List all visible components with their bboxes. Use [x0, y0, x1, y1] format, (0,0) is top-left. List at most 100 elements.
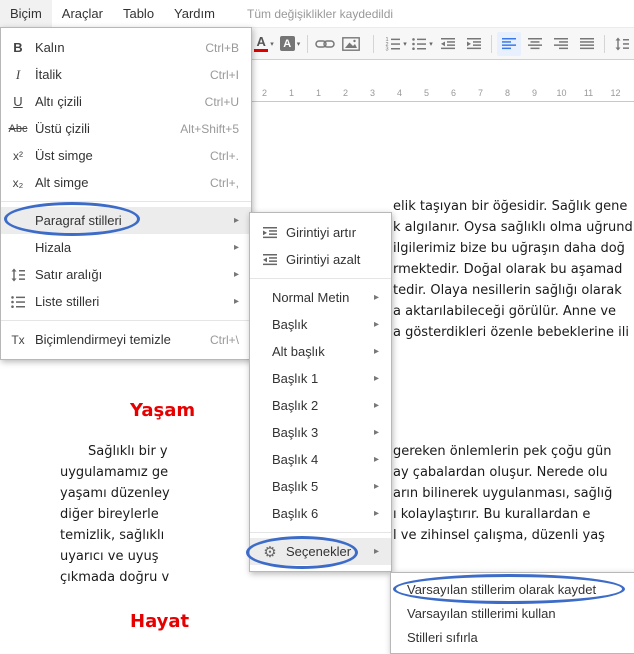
menu-item-normal-metin[interactable]: Normal Metin ▸ — [250, 284, 391, 311]
link-icon — [315, 37, 335, 51]
menu-item-varsayilan-stillerim-olarak-kaydet[interactable]: Varsayılan stillerim olarak kaydet — [391, 577, 634, 601]
indent-decrease-button[interactable] — [436, 32, 460, 56]
toolbar-separator — [373, 34, 374, 53]
indent-increase-button[interactable] — [462, 32, 486, 56]
caret-down-icon: ▾ — [429, 40, 433, 48]
text-line: uyarıcı ve uyuş — [60, 549, 159, 564]
bulleted-list-icon — [411, 36, 427, 52]
menu-item-liste-stilleri[interactable]: Liste stilleri ▸ — [1, 288, 251, 315]
ruler-number: 8 — [504, 88, 510, 98]
menu-item-varsayilan-stillerimi-kullan[interactable]: Varsayılan stillerimi kullan — [391, 601, 634, 625]
menu-item-girintiyi-azalt[interactable]: Girintiyi azalt — [250, 246, 391, 273]
highlight-color-button[interactable]: A ▾ — [278, 32, 302, 56]
menu-item-baslik-5[interactable]: Başlık 5 ▸ — [250, 473, 391, 500]
menu-yardim[interactable]: Yardım — [164, 0, 225, 27]
submenu-arrow-icon: ▸ — [233, 215, 239, 226]
save-status-text: Tüm değişiklikler kaydedildi — [246, 6, 394, 21]
gear-icon: ⚙ — [263, 543, 277, 561]
menu-item-ustu-cizili[interactable]: Abc Üstü çizili Alt+Shift+5 — [1, 115, 251, 142]
menu-item-label: Girintiyi azalt — [286, 252, 361, 267]
text-color-button[interactable]: A ▾ — [252, 32, 276, 56]
ruler-number: 3 — [369, 88, 375, 98]
options-menu: Varsayılan stillerim olarak kaydet Varsa… — [390, 572, 634, 654]
menu-item-girintiyi-artir[interactable]: Girintiyi artır — [250, 219, 391, 246]
menu-item-label: Liste stilleri — [35, 294, 100, 309]
menu-item-italik[interactable]: I İtalik Ctrl+I — [1, 61, 251, 88]
align-justify-button[interactable] — [575, 32, 599, 56]
text-color-swatch — [254, 49, 269, 52]
line-spacing-icon — [614, 36, 630, 52]
text-line: ay çabalardan oluşur. Nerede olu — [393, 465, 608, 480]
insert-image-button[interactable] — [339, 32, 363, 56]
line-spacing-button[interactable] — [610, 32, 634, 56]
menu-item-label: Normal Metin — [272, 290, 350, 305]
menubar: Biçim Araçlar Tablo Yardım Tüm değişikli… — [0, 0, 634, 27]
align-left-icon — [501, 36, 517, 52]
menu-item-baslik-6[interactable]: Başlık 6 ▸ — [250, 500, 391, 527]
menu-separator — [1, 201, 251, 202]
menu-item-alt-baslik[interactable]: Alt başlık ▸ — [250, 338, 391, 365]
submenu-arrow-icon: ▸ — [373, 454, 379, 465]
menu-separator — [250, 278, 391, 279]
menu-item-label: Alt simge — [35, 175, 89, 190]
submenu-arrow-icon: ▸ — [373, 427, 379, 438]
text-line: a gösterdikleri özenle bebeklerine ili — [393, 325, 629, 340]
submenu-arrow-icon: ▸ — [233, 296, 239, 307]
menu-item-label: Üstü çizili — [35, 121, 90, 136]
submenu-arrow-icon: ▸ — [373, 373, 379, 384]
document-heading-yasam: Yaşam — [130, 400, 196, 421]
ruler-number: 10 — [556, 88, 567, 98]
menu-item-baslik-3[interactable]: Başlık 3 ▸ — [250, 419, 391, 446]
menu-item-alti-cizili[interactable]: U Altı çizili Ctrl+U — [1, 88, 251, 115]
line-spacing-icon — [1, 267, 35, 283]
indent-decrease-icon — [258, 252, 282, 268]
menu-item-label: Altı çizili — [35, 94, 82, 109]
indent-increase-icon — [258, 225, 282, 241]
menu-item-secenekler[interactable]: ⚙ Seçenekler ▸ — [250, 538, 391, 565]
ruler-number: 2 — [261, 88, 267, 98]
toolbar-separator — [307, 34, 308, 53]
menu-item-stilleri-sifirla[interactable]: Stilleri sıfırla — [391, 625, 634, 649]
menu-item-paragraf-stilleri[interactable]: Paragraf stilleri ▸ — [1, 207, 251, 234]
text-line: rmektedir. Doğal olarak bu aşamad — [393, 262, 623, 277]
menu-item-label: Başlık 1 — [272, 371, 319, 386]
strikethrough-icon: Abc — [8, 122, 28, 135]
menu-item-label: Üst simge — [35, 148, 93, 163]
ruler-number: 6 — [450, 88, 456, 98]
menu-item-ust-simge[interactable]: x² Üst simge Ctrl+. — [1, 142, 251, 169]
menu-item-label: Satır aralığı — [35, 267, 103, 282]
menu-tablo[interactable]: Tablo — [113, 0, 164, 27]
align-center-button[interactable] — [523, 32, 547, 56]
menu-item-baslik[interactable]: Başlık ▸ — [250, 311, 391, 338]
submenu-arrow-icon: ▸ — [233, 242, 239, 253]
menu-item-label: Başlık 2 — [272, 398, 319, 413]
align-right-button[interactable] — [549, 32, 573, 56]
indent-decrease-icon — [440, 36, 456, 52]
text-line: temizlik, sağlıklı — [60, 528, 165, 543]
highlight-color-icon: A — [279, 36, 295, 51]
document-paragraph-left: Sağlıklı bir y uygulamamız ge yaşamı düz… — [60, 441, 250, 588]
menu-araclar[interactable]: Araçlar — [52, 0, 113, 27]
ruler-number: 4 — [396, 88, 402, 98]
text-line: ı kolaylaştırır. Bu kurallardan e — [393, 507, 591, 522]
ruler-number: 2 — [342, 88, 348, 98]
menu-item-baslik-4[interactable]: Başlık 4 ▸ — [250, 446, 391, 473]
menu-item-kalin[interactable]: B Kalın Ctrl+B — [1, 34, 251, 61]
menu-item-label: Girintiyi artır — [286, 225, 357, 240]
insert-link-button[interactable] — [313, 32, 337, 56]
menu-bicim[interactable]: Biçim — [0, 0, 52, 27]
numbered-list-button[interactable]: 1 2 3 ▾ — [384, 32, 408, 56]
text-line: l ve zihinsel çalışma, düzenli yaş — [393, 528, 605, 543]
menu-item-baslik-1[interactable]: Başlık 1 ▸ — [250, 365, 391, 392]
align-left-button[interactable] — [497, 31, 521, 56]
menu-item-bicimlendirmeyi-temizle[interactable]: Tx Biçimlendirmeyi temizle Ctrl+\ — [1, 326, 251, 353]
menu-item-label: Varsayılan stillerimi kullan — [407, 605, 556, 621]
menu-item-satir-araligi[interactable]: Satır aralığı ▸ — [1, 261, 251, 288]
caret-down-icon: ▾ — [296, 40, 301, 48]
menu-item-hizala[interactable]: Hizala ▸ — [1, 234, 251, 261]
bulleted-list-button[interactable]: ▾ — [410, 32, 434, 56]
menu-item-alt-simge[interactable]: x₂ Alt simge Ctrl+, — [1, 169, 251, 196]
menu-item-baslik-2[interactable]: Başlık 2 ▸ — [250, 392, 391, 419]
text-line: gereken önlemlerin pek çoğu gün — [393, 444, 612, 459]
menu-shortcut: Ctrl+U — [204, 94, 239, 109]
